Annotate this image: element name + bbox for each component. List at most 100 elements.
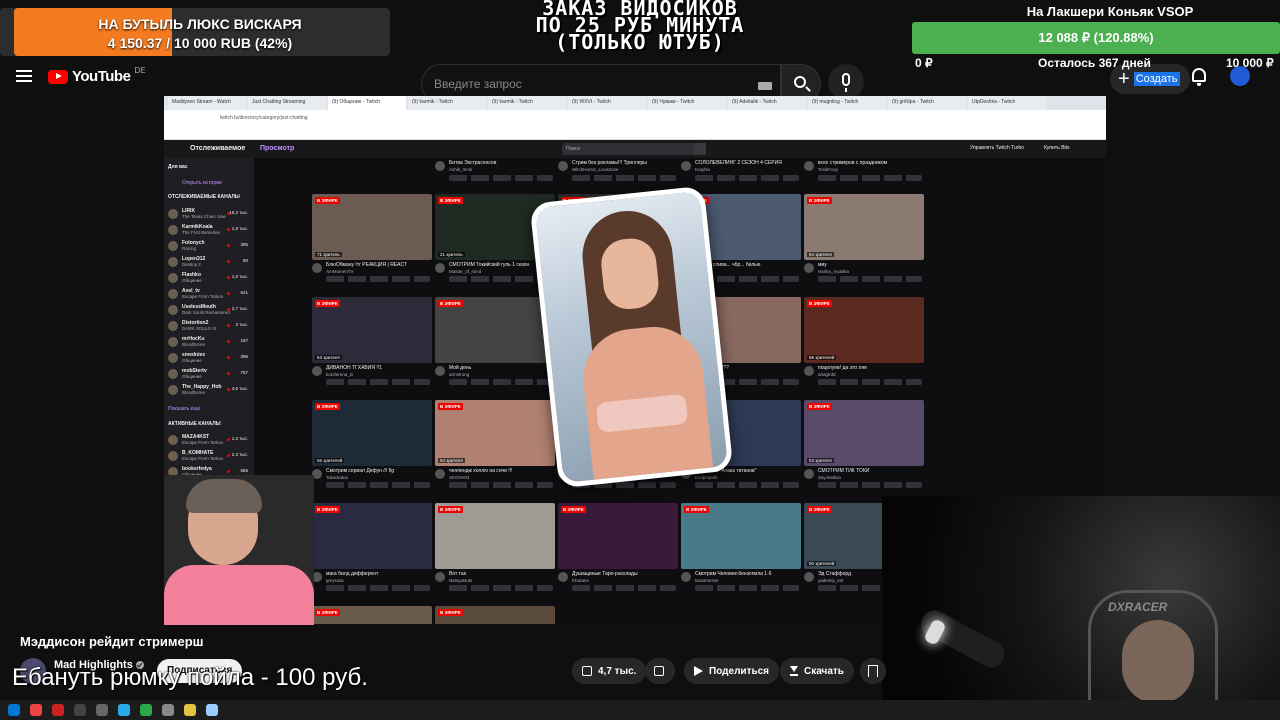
live-badge: В ЭФИРЕ — [807, 403, 832, 410]
app-icon[interactable] — [96, 704, 108, 716]
stream-title: Смотрим Человек-бензопила 1-6 — [695, 571, 772, 577]
browser-tab: (9) karmik - Twitch — [408, 96, 486, 110]
stream-channel-avatar — [312, 263, 322, 273]
sidebar-channel-game: Escape From Tarkov — [182, 294, 224, 299]
stream-tags — [449, 585, 553, 591]
sidebar-channel-viewers: 2,7 тыс. — [231, 306, 248, 311]
stream-title: Смотрим сериал Дефун /// Ilg — [326, 468, 395, 474]
stream-channel-avatar — [435, 572, 445, 582]
twitch-search-icon — [694, 143, 706, 155]
sidebar-channel-game: Escape From Tarkov — [182, 440, 224, 445]
download-button[interactable]: Скачать — [780, 658, 854, 684]
share-button[interactable]: Поделиться — [684, 658, 780, 684]
live-badge: В ЭФИРЕ — [315, 197, 340, 204]
stream-tags — [818, 379, 922, 385]
app-icon[interactable] — [184, 704, 196, 716]
sidebar-channel-viewers: 385 — [240, 242, 248, 247]
stream-title: миу — [818, 262, 827, 268]
stream-viewers: 56 зрителей — [807, 355, 837, 360]
live-badge: В ЭФИРЕ — [438, 403, 463, 410]
yandex-icon[interactable] — [30, 704, 42, 716]
sidebar-channel: Axel_tv Escape From Tarkov 641 — [168, 288, 252, 302]
channel-avatar — [168, 241, 178, 251]
app-icon[interactable] — [206, 704, 218, 716]
sidebar-channel-viewers: 1,3 тыс. — [231, 436, 248, 441]
stream-card: В ЭФИРЕ Мой день armstrong — [435, 297, 555, 385]
stream-channel: ariagirdd — [818, 372, 836, 377]
channel-avatar — [168, 385, 178, 395]
chrome-icon[interactable] — [140, 704, 152, 716]
app-icon[interactable] — [52, 704, 64, 716]
stream-channel-avatar — [435, 263, 445, 273]
voice-search-button[interactable] — [828, 64, 864, 100]
stream-channel-avatar — [804, 572, 814, 582]
stream-tags — [326, 379, 430, 385]
sidebar-channel: Fotonych Racing 385 — [168, 240, 252, 254]
download-icon — [790, 666, 798, 676]
stream-viewers: 64 зрителя — [807, 252, 834, 257]
live-badge: В ЭФИРЕ — [315, 403, 340, 410]
sidebar-channel-viewers: 3 тыс. — [235, 322, 248, 327]
stream-title: Стрим без рекламы!!! Триллеры — [572, 160, 647, 166]
sidebar-active-heading: АКТИВНЫЕ КАНАЛЫ — [168, 421, 221, 427]
app-icon[interactable] — [162, 704, 174, 716]
donation-goal-title: НА БУТЫЛЬ ЛЮКС ВИСКАРЯ — [98, 16, 302, 32]
channel-avatar — [168, 257, 178, 267]
sidebar-channel: The_Happy_Hob Bloodborne 4,6 тыс. — [168, 384, 252, 398]
stream-card: В ЭФИРЕ 63 зрителя ДИВАНОН ТГХАВИЯ !!1 koto… — [312, 297, 432, 385]
download-label: Скачать — [804, 665, 844, 677]
sidebar-channel: KarmikKoala The First Berserker 1,9 тыс. — [168, 224, 252, 238]
stream-channel-avatar — [681, 572, 691, 582]
cognac-goal-min: 0 ₽ — [915, 56, 933, 70]
menu-icon[interactable] — [16, 70, 32, 82]
channel-avatar — [168, 209, 178, 219]
telegram-icon[interactable] — [118, 704, 130, 716]
webcam-sleeper-head — [1122, 620, 1194, 704]
stream-channel: Master_of_mind — [449, 269, 482, 274]
browser-tab: (9) Общение - Twitch — [328, 96, 406, 110]
like-button[interactable]: 4,7 тыс. — [572, 658, 647, 684]
youtube-logo[interactable]: YouTube DE — [48, 66, 146, 85]
stream-title: БлюОбману !тг РЕАКЦИЯ | REACT — [326, 262, 408, 268]
live-dot-icon — [227, 470, 230, 473]
stream-tags — [695, 585, 799, 591]
webcam-person-shirt — [164, 565, 314, 625]
sidebar-channel-viewers: 641 — [240, 290, 248, 295]
browser-tab: (9) mugnticg - Twitch — [808, 96, 886, 110]
live-badge: В ЭФИРЕ — [807, 300, 832, 307]
cognac-goal-amount: 12 088 ₽ (120.88%) — [1038, 30, 1154, 45]
stream-card: В ЭФИРЕ 56 зрителей поцелуев! да это ляя ar… — [804, 297, 924, 385]
stream-thumbnail: В ЭФИРЕ 64 зрителя — [804, 194, 924, 260]
create-label: Создать — [1133, 72, 1180, 86]
stream-card: В ЭФИРЕ 71 зритель БлюОбману !тг РЕАКЦИЯ |… — [312, 194, 432, 282]
start-icon[interactable] — [8, 704, 20, 716]
browser-url: twitch.tv/directory/category/just-chatti… — [220, 115, 308, 121]
stream-thumbnail: В ЭФИРЕ48 зрителей — [435, 606, 555, 624]
like-count: 4,7 тыс. — [598, 665, 637, 677]
sidebar-channel: xmedniex Общение 396 — [168, 352, 252, 366]
donation-overlay-text: Ебануть рюмку пойла - 100 руб. — [12, 664, 368, 691]
live-badge: В ЭФИРЕ — [438, 197, 463, 204]
stream-tags — [695, 175, 799, 181]
sidebar-channel-viewers: 4,6 тыс. — [231, 386, 248, 391]
dislike-button[interactable] — [645, 658, 675, 684]
save-button[interactable] — [860, 658, 886, 684]
live-dot-icon — [227, 356, 230, 359]
obs-icon[interactable] — [74, 704, 86, 716]
sidebar-channel-game: Destiny 2 — [182, 262, 201, 267]
live-dot-icon — [227, 292, 230, 295]
stream-channel: Harika_myatika — [818, 269, 850, 274]
keyboard-icon[interactable] — [758, 82, 772, 90]
notifications-icon[interactable] — [1192, 68, 1206, 86]
sidebar-channel: UselessMouth Dark Souls Remastered 2,7 тыс… — [168, 304, 252, 318]
live-dot-icon — [227, 276, 230, 279]
search-placeholder: Введите запрос — [434, 77, 522, 91]
bookmarks-bar — [164, 128, 1106, 140]
stream-viewers: 71 зритель — [315, 252, 342, 257]
live-badge: В ЭФИРЕ — [315, 506, 340, 513]
sidebar-channel: Flashko Общение 1,6 тыс. — [168, 272, 252, 286]
sidebar-channel: mrHocKu Bloodborne 167 — [168, 336, 252, 350]
stream-card: В ЭФИРЕ 55 зрителей Смотрим сериал Дефун /… — [312, 400, 432, 488]
twitch-following: Отслеживаемое — [190, 145, 246, 152]
stream-channel-avatar — [804, 263, 814, 273]
